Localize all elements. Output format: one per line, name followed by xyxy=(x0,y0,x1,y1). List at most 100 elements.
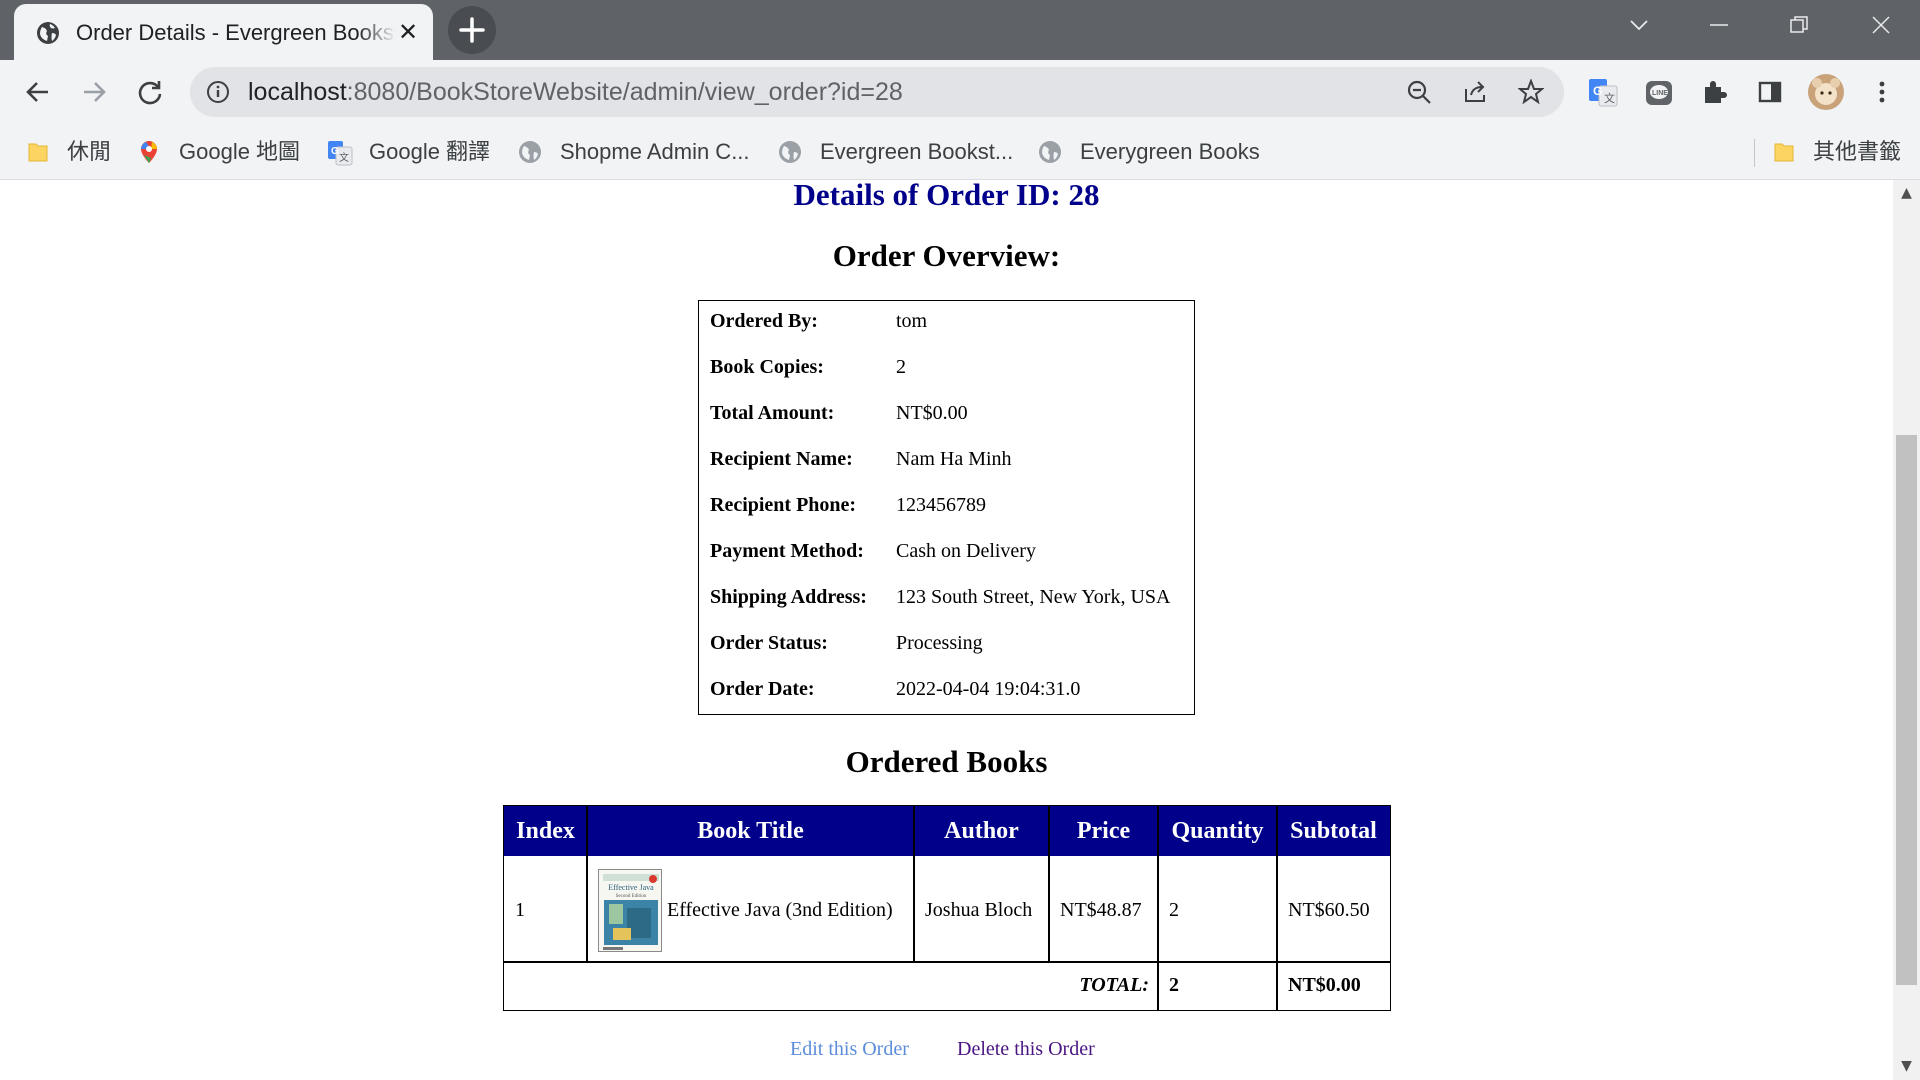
bookmark-label: Google 地圖 xyxy=(179,139,301,164)
line-extension-button[interactable]: LINE xyxy=(1636,70,1680,114)
address-bar[interactable]: localhost:8080/BookStoreWebsite/admin/vi… xyxy=(190,67,1564,117)
globe-icon xyxy=(779,141,801,163)
star-icon[interactable] xyxy=(1518,79,1544,105)
minimize-icon xyxy=(1710,24,1728,26)
url-text[interactable]: localhost:8080/BookStoreWebsite/admin/vi… xyxy=(248,76,903,108)
book-quantity: 2 xyxy=(1169,899,1179,921)
chat-icon: LINE xyxy=(1646,81,1672,105)
table-divider xyxy=(1157,806,1159,1010)
plus-icon xyxy=(459,17,485,43)
svg-text:G: G xyxy=(1593,84,1602,98)
arrow-left-icon xyxy=(26,82,48,102)
book-title: Effective Java (3nd Edition) xyxy=(667,899,893,921)
new-tab-button[interactable] xyxy=(448,6,496,54)
restore-icon xyxy=(1790,16,1808,33)
extensions-button[interactable] xyxy=(1692,70,1736,114)
forward-button[interactable] xyxy=(72,70,116,114)
scroll-down-icon[interactable]: ▼ xyxy=(1893,1053,1920,1080)
translate-extension-button[interactable]: G 文 xyxy=(1580,70,1624,114)
edit-order-link[interactable]: Edit this Order xyxy=(790,1035,909,1063)
restore-button[interactable] xyxy=(1760,0,1838,50)
column-header-subtotal: Subtotal xyxy=(1290,818,1377,844)
bookmark-google-translate[interactable]: G 文 Google 翻譯 xyxy=(327,136,497,168)
url-host: localhost xyxy=(248,78,347,106)
overview-value: 2 xyxy=(896,356,906,378)
table-divider xyxy=(1048,806,1050,961)
cover-title: Effective Java xyxy=(608,883,654,892)
page-title: Details of Order ID: 28 xyxy=(793,180,1100,212)
overview-label: Order Status: xyxy=(710,632,828,654)
bookmarks-bar: 休閒 Google 地圖 G 文 Google 翻譯 Shopme Admin … xyxy=(0,125,1920,180)
share-icon[interactable] xyxy=(1462,79,1488,105)
book-subtotal: NT$60.50 xyxy=(1288,899,1370,921)
total-label: TOTAL: xyxy=(1079,974,1149,996)
globe-icon xyxy=(37,22,59,44)
bookmark-label: Google 翻譯 xyxy=(369,139,491,164)
close-window-button[interactable] xyxy=(1842,0,1920,50)
row-index: 1 xyxy=(515,899,525,921)
browser-toolbar: localhost:8080/BookStoreWebsite/admin/vi… xyxy=(0,60,1920,125)
tab-close-icon[interactable]: ✕ xyxy=(393,18,423,48)
bookmark-evergreen-bookstore[interactable]: Evergreen Bookst... xyxy=(778,136,1018,168)
overview-label: Recipient Name: xyxy=(710,448,853,470)
table-divider xyxy=(504,961,1390,963)
bookmark-everygreen-books[interactable]: Everygreen Books xyxy=(1038,136,1268,168)
total-quantity: 2 xyxy=(1169,974,1179,996)
back-button[interactable] xyxy=(16,70,60,114)
folder-icon xyxy=(1774,143,1794,162)
bookmarks-divider xyxy=(1754,139,1755,167)
book-price: NT$48.87 xyxy=(1060,899,1142,921)
table-header-row: Index Book Title Author Price Quantity S… xyxy=(504,806,1390,856)
zoom-icon[interactable] xyxy=(1406,79,1432,105)
folder-icon xyxy=(28,143,48,162)
reload-icon xyxy=(138,81,162,105)
book-cover-image[interactable]: Effective Java Second Edition xyxy=(598,869,662,952)
scrollbar-thumb[interactable] xyxy=(1896,435,1917,985)
overview-value: Cash on Delivery xyxy=(896,540,1036,562)
column-header-price: Price xyxy=(1076,818,1131,844)
close-icon xyxy=(1872,16,1890,34)
other-bookmarks-folder[interactable]: 其他書籤 xyxy=(1773,136,1908,168)
ordered-books-heading: Ordered Books xyxy=(845,744,1048,779)
cover-subtitle: Second Edition xyxy=(616,894,647,899)
overview-label: Payment Method: xyxy=(710,540,864,562)
overview-label: Ordered By: xyxy=(710,310,818,332)
map-pin-icon xyxy=(141,141,157,163)
book-cover-art: Effective Java Second Edition xyxy=(599,870,661,951)
table-divider xyxy=(913,806,915,961)
bookmark-label: 其他書籤 xyxy=(1813,139,1902,164)
svg-text:G: G xyxy=(331,146,339,157)
bookmark-google-maps[interactable]: Google 地圖 xyxy=(137,136,307,168)
reload-button[interactable] xyxy=(128,70,172,114)
delete-order-link[interactable]: Delete this Order xyxy=(957,1035,1095,1063)
overview-value: tom xyxy=(896,310,928,332)
vertical-scrollbar[interactable]: ▲ ▼ xyxy=(1893,180,1920,1080)
overview-row: Book Copies: 2 xyxy=(699,352,1194,382)
svg-text:文: 文 xyxy=(339,151,349,164)
profile-button[interactable] xyxy=(1804,70,1848,114)
overview-value: 123456789 xyxy=(896,494,986,516)
total-amount: NT$0.00 xyxy=(1288,974,1361,996)
overview-value: 2022-04-04 19:04:31.0 xyxy=(896,678,1081,700)
overview-label: Order Date: xyxy=(710,678,815,700)
column-header-author: Author xyxy=(944,818,1019,844)
table-divider xyxy=(1276,806,1278,1010)
bookmark-folder[interactable]: 休閒 xyxy=(27,136,117,168)
browser-tab[interactable]: Order Details - Evergreen Bookstore ✕ xyxy=(14,4,433,60)
bookmark-label: Shopme Admin C... xyxy=(560,139,750,164)
scroll-up-icon[interactable]: ▲ xyxy=(1893,180,1920,207)
overview-value: 123 South Street, New York, USA xyxy=(896,586,1171,608)
side-panel-button[interactable] xyxy=(1748,70,1792,114)
table-divider xyxy=(586,806,588,961)
bookmark-shopme-admin[interactable]: Shopme Admin C... xyxy=(518,136,758,168)
minimize-button[interactable] xyxy=(1680,0,1758,50)
bookmark-label: 休閒 xyxy=(67,139,112,164)
menu-button[interactable] xyxy=(1860,70,1904,114)
translate-icon: G 文 xyxy=(328,141,353,166)
tab-strip: Order Details - Evergreen Bookstore ✕ xyxy=(0,0,1920,60)
page-viewport: Details of Order ID: 28 Order Overview: … xyxy=(0,180,1893,1080)
bookmark-label: Evergreen Bookst... xyxy=(820,139,1014,164)
avatar xyxy=(1808,74,1844,110)
bookmark-label: Everygreen Books xyxy=(1080,139,1260,164)
tab-search-button[interactable] xyxy=(1600,0,1678,50)
